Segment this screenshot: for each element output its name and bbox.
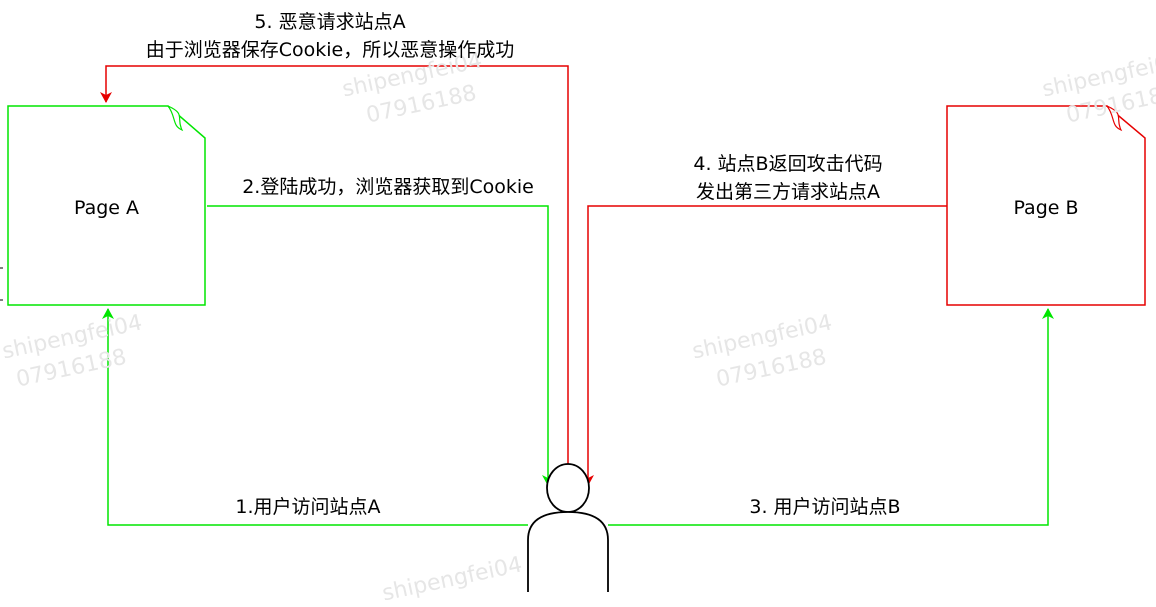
edge-step4-label-line2: 发出第三方请求站点A: [696, 181, 880, 203]
edge-step5-label-line1: 5. 恶意请求站点A: [254, 11, 406, 33]
edge-step3-arrow: [608, 308, 1054, 526]
diagram-canvas: shipengfei04 07916188 shipengfei04 07916…: [0, 0, 1156, 606]
user-icon: [527, 463, 609, 592]
edge-step5-label-line2: 由于浏览器保存Cookie，所以恶意操作成功: [145, 39, 515, 61]
edge-step4-label-line1: 4. 站点B返回攻击代码: [693, 153, 883, 175]
page-a-label: Page A: [73, 197, 140, 219]
edge-step1-arrow: [102, 308, 528, 526]
edge-step3-label: 3. 用户访问站点B: [749, 496, 901, 518]
edge-step2-arrow: [207, 205, 554, 486]
edge-step2-label: 2.登陆成功，浏览器获取到Cookie: [242, 176, 534, 198]
page-b-label: Page B: [1013, 197, 1079, 219]
edge-step1-label: 1.用户访问站点A: [235, 496, 381, 518]
diagram-svg: [0, 65, 1146, 592]
